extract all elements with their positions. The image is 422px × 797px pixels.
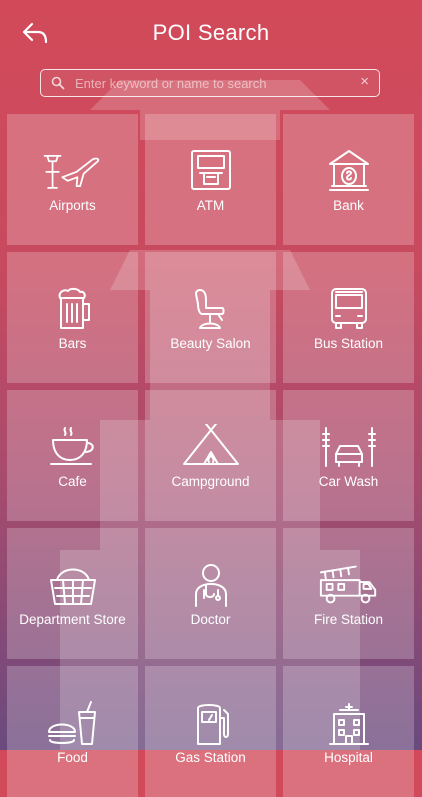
- category-campground[interactable]: Campground: [145, 390, 276, 521]
- app-header: POI Search: [0, 0, 422, 66]
- category-grid: Airports ATM Bank Bars Beauty Salon Bus …: [7, 114, 415, 797]
- airport-icon: [43, 155, 99, 189]
- bus-icon: [330, 288, 367, 329]
- category-label: Food: [57, 750, 88, 765]
- category-department-store[interactable]: Department Store: [7, 528, 138, 659]
- category-label: ATM: [196, 198, 225, 213]
- gas-pump-icon: [196, 704, 229, 745]
- hospital-icon: [328, 703, 369, 745]
- search-bar: ×: [40, 69, 380, 97]
- category-bars[interactable]: Bars: [7, 252, 138, 383]
- category-airports[interactable]: Airports: [7, 114, 138, 245]
- salon-chair-icon: [194, 289, 224, 329]
- fire-truck-icon: [319, 565, 376, 604]
- category-food[interactable]: Food: [7, 666, 138, 797]
- category-atm[interactable]: ATM: [145, 114, 276, 245]
- car-wash-icon: [321, 427, 376, 467]
- category-label: Fire Station: [313, 612, 384, 627]
- beer-mug-icon: [58, 287, 90, 329]
- category-gas-station[interactable]: Gas Station: [145, 666, 276, 797]
- category-fire-station[interactable]: Fire Station: [283, 528, 414, 659]
- bank-icon: [328, 150, 369, 191]
- category-label: Hospital: [324, 750, 373, 765]
- category-label: Bank: [333, 198, 364, 213]
- atm-icon: [190, 150, 231, 190]
- search-input[interactable]: [73, 70, 347, 97]
- category-label: Campground: [171, 474, 250, 489]
- doctor-icon: [194, 564, 227, 607]
- category-label: Department Store: [19, 612, 126, 627]
- category-label: Car Wash: [318, 474, 379, 489]
- category-label: Airports: [49, 198, 96, 213]
- category-cafe[interactable]: Cafe: [7, 390, 138, 521]
- category-label: Beauty Salon: [170, 336, 251, 351]
- category-label: Cafe: [58, 474, 87, 489]
- tent-icon: [182, 424, 239, 465]
- category-beauty-salon[interactable]: Beauty Salon: [145, 252, 276, 383]
- coffee-cup-icon: [49, 427, 94, 465]
- page-title: POI Search: [152, 20, 270, 45]
- category-bank[interactable]: Bank: [283, 114, 414, 245]
- category-bus-station[interactable]: Bus Station: [283, 252, 414, 383]
- category-label: Doctor: [190, 612, 231, 627]
- shopping-basket-icon: [49, 568, 96, 605]
- category-label: Gas Station: [175, 750, 246, 765]
- category-label: Bars: [58, 336, 87, 351]
- search-icon: [51, 76, 65, 90]
- category-label: Bus Station: [313, 336, 384, 351]
- category-hospital[interactable]: Hospital: [283, 666, 414, 797]
- food-icon: [47, 701, 96, 745]
- clear-search-button[interactable]: ×: [360, 73, 369, 90]
- category-doctor[interactable]: Doctor: [145, 528, 276, 659]
- category-car-wash[interactable]: Car Wash: [283, 390, 414, 521]
